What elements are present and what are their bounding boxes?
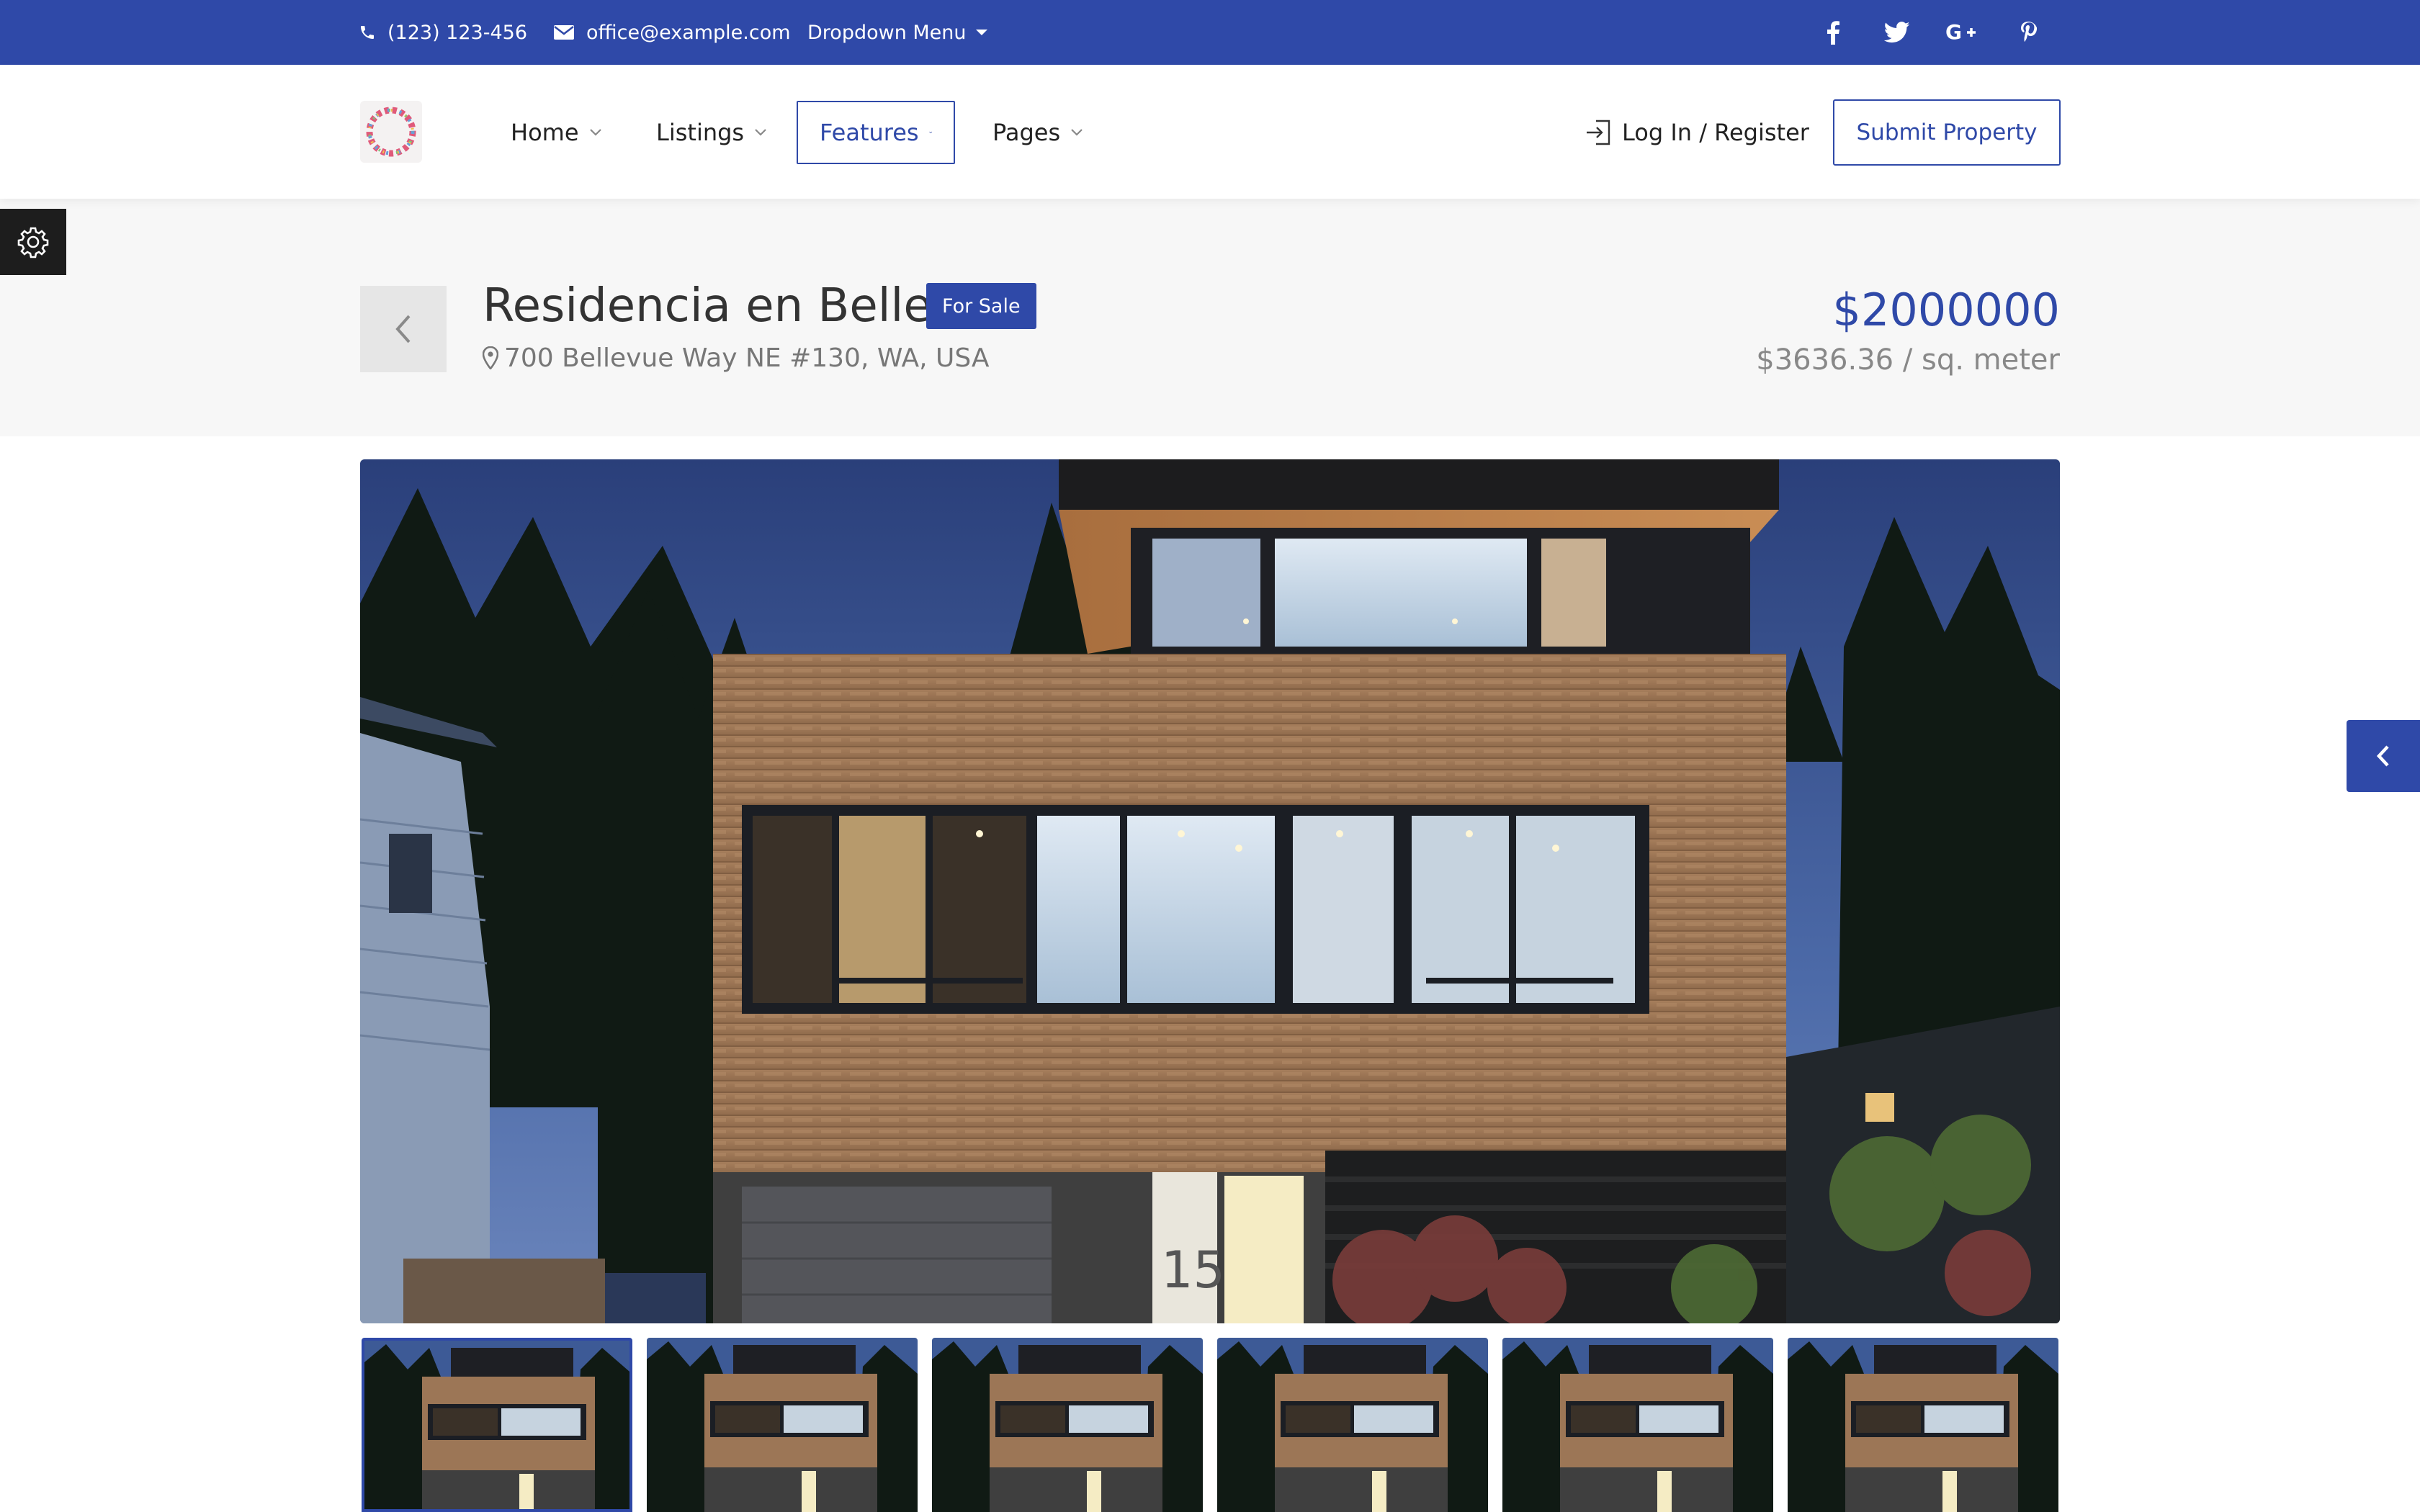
facebook-icon — [1827, 21, 1839, 45]
nav-features-label: Features — [820, 119, 919, 146]
submit-property-button[interactable]: Submit Property — [1833, 99, 2061, 166]
site-logo[interactable] — [360, 101, 422, 163]
thumbnail-image — [1502, 1338, 1773, 1512]
chevron-left-icon — [395, 315, 411, 343]
main-property-photo[interactable]: 15 — [360, 459, 2060, 1323]
chevron-down-icon — [928, 131, 932, 134]
nav-pages-label: Pages — [992, 119, 1061, 146]
google-plus-link[interactable]: G — [1940, 0, 1983, 65]
pinterest-icon — [2021, 22, 2037, 42]
chevron-down-icon — [589, 129, 601, 136]
back-button[interactable] — [360, 286, 447, 372]
price-per-sqm: $3636.36 / sq. meter — [1756, 343, 2060, 377]
phone-contact[interactable]: (123) 123-456 — [359, 0, 527, 65]
dropdown-label: Dropdown Menu — [807, 21, 967, 44]
nav-listings-label: Listings — [656, 119, 745, 146]
svg-text:15: 15 — [1161, 1241, 1225, 1300]
google-plus-icon: G — [1945, 22, 1976, 43]
address-text: 700 Bellevue Way NE #130, WA, USA — [504, 343, 990, 373]
svg-text:G: G — [1945, 22, 1962, 43]
thumbnail-3[interactable] — [932, 1338, 1203, 1512]
thumbnail-image — [364, 1341, 629, 1509]
submit-property-label: Submit Property — [1856, 120, 2038, 145]
status-badge: For Sale — [926, 283, 1036, 329]
phone-icon — [361, 26, 374, 39]
nav-pages[interactable]: Pages — [992, 101, 1083, 164]
thumbnail-5[interactable] — [1502, 1338, 1773, 1512]
nav-listings[interactable]: Listings — [656, 101, 767, 164]
property-address: 700 Bellevue Way NE #130, WA, USA — [483, 340, 990, 376]
nav-home[interactable]: Home — [511, 101, 602, 164]
twitter-icon — [1884, 22, 1910, 43]
main-header: Home Listings Features Pages Log In / Re… — [0, 65, 2420, 199]
map-marker-icon — [483, 346, 498, 369]
thumbnail-image — [1217, 1338, 1488, 1512]
chevron-down-icon — [755, 129, 766, 136]
twitter-link[interactable] — [1876, 0, 1919, 65]
login-label: Log In / Register — [1622, 119, 1809, 146]
thumbnail-2[interactable] — [647, 1338, 918, 1512]
thumbnail-1[interactable] — [362, 1338, 632, 1512]
house-photo-image: 15 — [360, 459, 2060, 1323]
thumbnail-image — [1788, 1338, 2058, 1512]
chevron-down-icon — [1071, 129, 1083, 136]
thumbnail-image — [932, 1338, 1203, 1512]
nav-features[interactable]: Features — [797, 101, 955, 164]
thumbnail-4[interactable] — [1217, 1338, 1488, 1512]
thumbnail-strip — [360, 1338, 2060, 1512]
facebook-link[interactable] — [1811, 0, 1855, 65]
gear-icon — [17, 227, 49, 258]
thumbnail-6[interactable] — [1788, 1338, 2058, 1512]
envelope-icon — [554, 25, 574, 40]
login-icon — [1587, 120, 1610, 145]
email-contact[interactable]: office@example.com — [553, 0, 791, 65]
login-register-link[interactable]: Log In / Register — [1585, 101, 1809, 164]
thumbnail-image — [647, 1338, 918, 1512]
phone-text: (123) 123-456 — [387, 21, 527, 44]
logo-icon — [366, 107, 416, 157]
property-price: $2000000 — [1832, 283, 2060, 336]
top-bar: (123) 123-456 office@example.com Dropdow… — [0, 0, 2420, 65]
sidebar-toggle-button[interactable] — [2347, 720, 2420, 792]
chevron-left-icon — [2376, 745, 2389, 767]
caret-down-icon — [975, 30, 987, 35]
style-settings-toggle[interactable] — [0, 209, 66, 275]
topbar-dropdown[interactable]: Dropdown Menu — [807, 0, 1000, 65]
email-text: office@example.com — [586, 21, 791, 44]
pinterest-link[interactable] — [2007, 0, 2050, 65]
nav-home-label: Home — [511, 119, 579, 146]
